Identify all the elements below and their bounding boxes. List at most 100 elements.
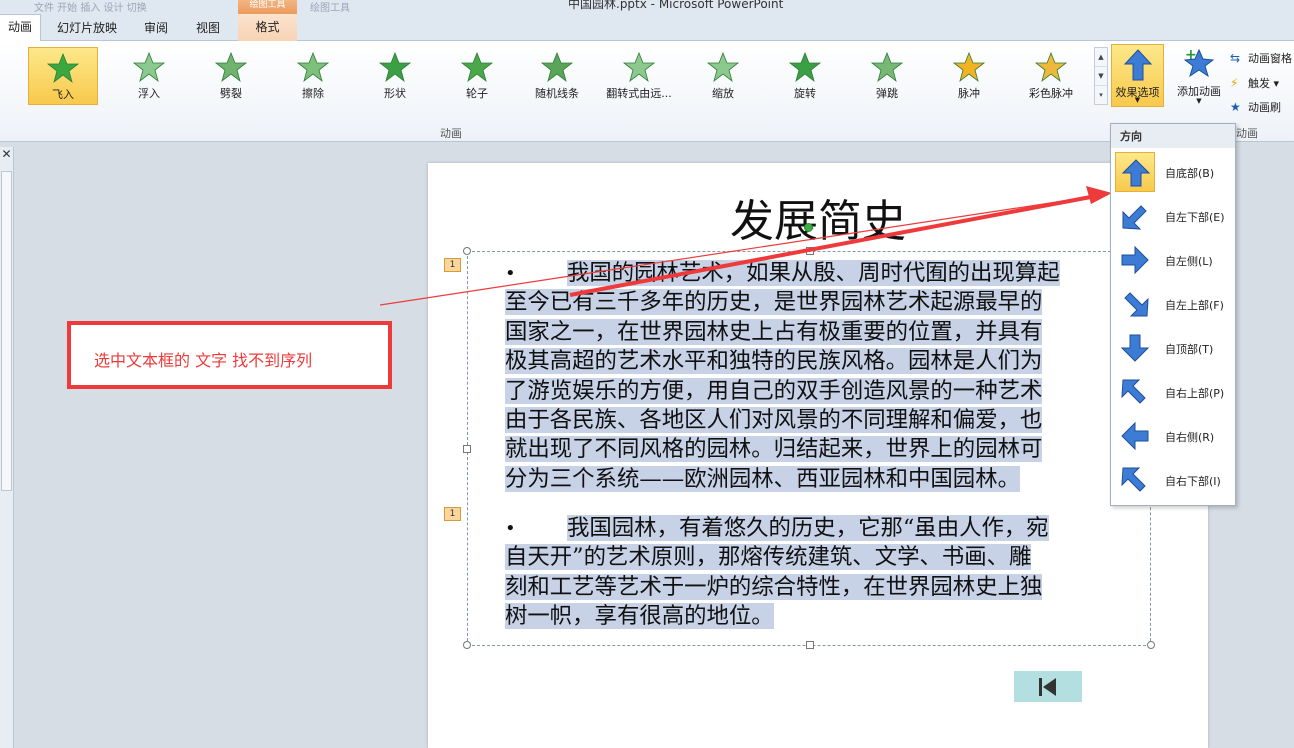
- tab-animations[interactable]: 动画: [0, 14, 41, 42]
- direction-item-0[interactable]: 自底部(B): [1115, 152, 1233, 192]
- star-effect-icon: [297, 51, 329, 83]
- slide: 发展简史 1 1 • 我国的园林艺术，如果从殷、周时代囿的出现算起 至今已有三千多年…: [428, 163, 1208, 748]
- selected-text-line: 我国园林，有着悠久的历史，它那“虽由人作，宛: [567, 515, 1049, 541]
- selected-text-line: 由于各民族、各地区人们对风景的不同理解和偏爱，也: [505, 407, 1043, 434]
- gallery-scroll-up-icon[interactable]: ▲: [1095, 48, 1107, 67]
- tab-review[interactable]: 审阅: [136, 19, 176, 41]
- resize-handle[interactable]: [463, 445, 471, 453]
- resize-handle[interactable]: [806, 641, 814, 649]
- title-bar-ghost-text-right: 绘图工具: [310, 3, 350, 14]
- animation-effect-0[interactable]: 飞入: [28, 47, 98, 105]
- animation-effect-7[interactable]: 翻转式由远...: [604, 47, 674, 105]
- selected-text-line: 就出现了不同风格的园林。归结起来，世界上的园林可: [505, 436, 1043, 463]
- scrollbar[interactable]: [1, 171, 12, 491]
- animation-effect-10[interactable]: 弹跳: [852, 47, 922, 105]
- resize-handle[interactable]: [463, 641, 471, 649]
- animation-effect-label: 形状: [384, 87, 406, 100]
- direction-menu-header: 方向: [1111, 124, 1235, 148]
- svg-text:+: +: [1185, 47, 1197, 63]
- animation-painter-icon: ★: [1230, 100, 1241, 114]
- direction-item-6[interactable]: 自右侧(R): [1115, 416, 1233, 456]
- context-tab-group: 绘图工具: [238, 0, 297, 14]
- star-effect-icon: [541, 51, 573, 83]
- animation-effect-2[interactable]: 劈裂: [196, 47, 266, 105]
- tab-format[interactable]: 格式: [238, 14, 297, 41]
- animation-effect-label: 擦除: [302, 87, 324, 100]
- direction-item-1[interactable]: 自左下部(E): [1115, 196, 1233, 236]
- animation-effect-5[interactable]: 轮子: [442, 47, 512, 105]
- direction-arrow-icon: [1115, 460, 1155, 500]
- selected-text-line: 自天开”的艺术原则，那熔传统建筑、文学、书画、雕: [505, 544, 1032, 571]
- ribbon: 飞入 浮入 劈裂 擦除 形状 轮子 随机线条 翻转式由远... 缩放 旋转 弹跳 脉冲 彩色脉冲 ▲ ▼…: [0, 41, 1294, 142]
- direction-item-label: 自右下部(I): [1165, 475, 1221, 488]
- animation-order-tag[interactable]: 1: [444, 507, 461, 521]
- star-effect-icon: [953, 51, 985, 83]
- selected-text-line: 刻和工艺等艺术于一炉的综合特性，在世界园林史上独: [505, 573, 1043, 600]
- resize-handle[interactable]: [806, 247, 814, 255]
- tab-view[interactable]: 视图: [188, 19, 228, 41]
- trigger-button[interactable]: ⚡ 触发 ▾: [1230, 75, 1279, 91]
- direction-item-label: 自底部(B): [1165, 167, 1215, 180]
- direction-item-7[interactable]: 自右下部(I): [1115, 460, 1233, 500]
- animation-pane-icon: ⇆: [1230, 51, 1241, 65]
- direction-item-3[interactable]: 自左上部(F): [1115, 284, 1233, 324]
- animation-effect-9[interactable]: 旋转: [770, 47, 840, 105]
- close-icon[interactable]: ✕: [0, 147, 13, 167]
- slide-title[interactable]: 发展简史: [428, 185, 1208, 249]
- star-effect-icon: [1035, 51, 1067, 83]
- selected-text-line: 国家之一，在世界园林史上占有极重要的位置，并具有: [505, 318, 1043, 345]
- direction-item-label: 自左上部(F): [1165, 299, 1224, 312]
- animation-painter-label: 动画刷: [1248, 101, 1281, 114]
- nav-back-button[interactable]: [1014, 671, 1082, 702]
- animation-painter-button[interactable]: ★ 动画刷: [1230, 99, 1281, 115]
- direction-item-2[interactable]: 自左侧(L): [1115, 240, 1233, 280]
- animation-effect-1[interactable]: 浮入: [114, 47, 184, 105]
- direction-menu: 方向 自底部(B) 自左下部(E) 自左侧(L) 自左上部(F) 自顶部(T) 自右上部(…: [1110, 123, 1236, 506]
- add-animation-button[interactable]: + 添加动画 ▼: [1170, 46, 1228, 108]
- tab-slideshow[interactable]: 幻灯片放映: [48, 19, 126, 41]
- rotate-handle[interactable]: [804, 223, 813, 232]
- skip-back-icon: [1039, 678, 1056, 696]
- direction-item-label: 自右侧(R): [1165, 431, 1215, 444]
- animation-order-tag[interactable]: 1: [444, 258, 461, 272]
- direction-item-label: 自左侧(L): [1165, 255, 1213, 268]
- animation-effect-12[interactable]: 彩色脉冲: [1016, 47, 1086, 105]
- selected-text-line: 我国的园林艺术，如果从殷、周时代囿的出现算起: [567, 260, 1060, 286]
- animation-effect-label: 旋转: [794, 87, 816, 100]
- gallery-scroll[interactable]: ▲ ▼ ▾: [1094, 47, 1108, 105]
- gallery-more-icon[interactable]: ▾: [1095, 86, 1107, 105]
- selected-text-line: 极其高超的艺术水平和独特的民族风格。园林是人们为: [505, 348, 1043, 375]
- direction-item-label: 自顶部(T): [1165, 343, 1214, 356]
- ribbon-tabs: 动画 幻灯片放映 审阅 视图: [0, 14, 1294, 42]
- resize-handle[interactable]: [1147, 641, 1155, 649]
- animation-pane-button[interactable]: ⇆ 动画窗格: [1230, 50, 1292, 66]
- direction-item-5[interactable]: 自右上部(P): [1115, 372, 1233, 412]
- resize-handle[interactable]: [463, 247, 471, 255]
- bullet: •: [505, 263, 516, 284]
- title-bar: 文件 开始 插入 设计 切换 绘图工具 中国园林.pptx - Microsof…: [0, 0, 1294, 14]
- direction-arrow-icon: [1115, 416, 1155, 456]
- animation-effect-label: 脉冲: [958, 87, 980, 100]
- animation-effect-6[interactable]: 随机线条: [522, 47, 592, 105]
- paragraph-2[interactable]: • 我国园林，有着悠久的历史，它那“虽由人作，宛 自天开”的艺术原则，那熔传统建筑、…: [505, 514, 1141, 632]
- direction-item-label: 自右上部(P): [1165, 387, 1225, 400]
- animation-effect-4[interactable]: 形状: [360, 47, 430, 105]
- effect-options-button[interactable]: 效果选项 ▼: [1111, 44, 1164, 107]
- animation-effect-label: 翻转式由远...: [606, 87, 672, 100]
- direction-item-4[interactable]: 自顶部(T): [1115, 328, 1233, 368]
- animation-effect-label: 劈裂: [220, 87, 242, 100]
- star-effect-icon: [871, 51, 903, 83]
- animation-effect-11[interactable]: 脉冲: [934, 47, 1004, 105]
- group-label-advanced: 动画: [1236, 127, 1258, 140]
- direction-arrow-icon: [1115, 152, 1155, 192]
- animation-effect-3[interactable]: 擦除: [278, 47, 348, 105]
- direction-arrow-icon: [1115, 240, 1155, 280]
- window-title: 中国园林.pptx - Microsoft PowerPoint: [568, 0, 784, 11]
- gallery-scroll-down-icon[interactable]: ▼: [1095, 67, 1107, 86]
- annotation-box: 选中文本框的 文字 找不到序列: [67, 321, 392, 389]
- paragraph-1[interactable]: • 我国的园林艺术，如果从殷、周时代囿的出现算起 至今已有三千多年的历史，是世界园林…: [505, 259, 1141, 494]
- star-effect-icon: [215, 51, 247, 83]
- animation-effect-8[interactable]: 缩放: [688, 47, 758, 105]
- thumbnail-pane: ✕: [0, 147, 14, 748]
- trigger-label: 触发: [1248, 77, 1270, 90]
